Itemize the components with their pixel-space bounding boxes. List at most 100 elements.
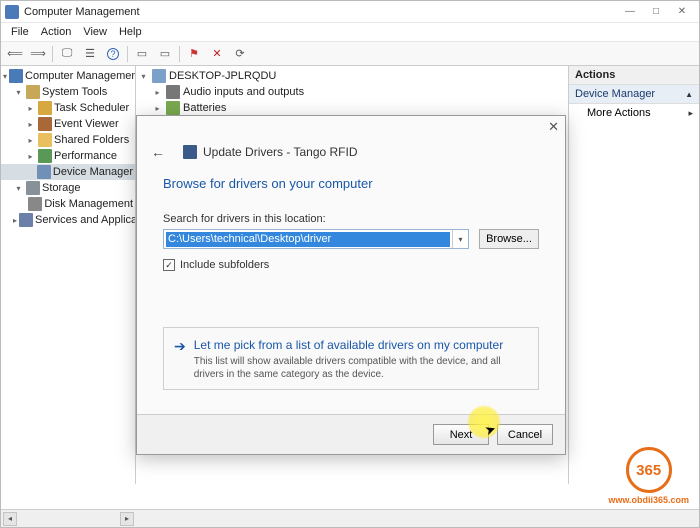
- menu-action[interactable]: Action: [35, 26, 78, 38]
- folder-icon: [38, 133, 52, 147]
- menu-view[interactable]: View: [77, 26, 113, 38]
- include-subfolders-checkbox[interactable]: ✓: [163, 259, 175, 271]
- dialog-body: Browse for drivers on your computer Sear…: [137, 176, 565, 390]
- action-more[interactable]: More Actions ▸: [569, 104, 699, 122]
- tools-icon: [26, 85, 40, 99]
- device-icon: [183, 145, 197, 159]
- driver-path-value[interactable]: C:\Users\technical\Desktop\driver: [166, 232, 450, 247]
- logo-url: www.obdii365.com: [608, 495, 689, 505]
- perf-icon: [38, 149, 52, 163]
- device-root[interactable]: ▾ DESKTOP-JPLRQDU: [136, 68, 568, 84]
- services-icon: [19, 213, 33, 227]
- nav-back-button[interactable]: ⟸: [4, 44, 26, 64]
- dropdown-button[interactable]: ▾: [452, 230, 468, 248]
- collapse-icon[interactable]: ▾: [13, 183, 24, 194]
- include-subfolders-row[interactable]: ✓ Include subfolders: [163, 259, 539, 271]
- tool-device-icon[interactable]: ▭: [154, 44, 176, 64]
- actions-pane: Actions Device Manager ▲ More Actions ▸: [569, 66, 699, 484]
- storage-icon: [26, 181, 40, 195]
- expand-icon[interactable]: ▸: [25, 135, 36, 146]
- status-bar: ◂ ▸: [1, 509, 699, 527]
- collapse-icon[interactable]: ▲: [685, 90, 693, 99]
- collapse-icon[interactable]: ▾: [3, 71, 7, 82]
- audio-icon: [166, 85, 180, 99]
- include-subfolders-label: Include subfolders: [180, 259, 269, 271]
- arrow-right-icon: ➔: [174, 338, 186, 381]
- action-label: More Actions: [587, 107, 651, 119]
- tree-root[interactable]: ▾ Computer Management (Local): [1, 68, 135, 84]
- collapse-icon[interactable]: ▾: [138, 72, 149, 81]
- browse-button[interactable]: Browse...: [479, 229, 539, 249]
- chevron-right-icon: ▸: [688, 108, 693, 119]
- console-tree[interactable]: ▾ Computer Management (Local) ▾ System T…: [1, 66, 136, 484]
- tool-properties-icon[interactable]: ☰: [79, 44, 101, 64]
- tree-label: Event Viewer: [54, 118, 119, 130]
- back-button[interactable]: ←: [147, 142, 169, 162]
- device-icon: [37, 165, 51, 179]
- expand-icon[interactable]: ▸: [152, 104, 163, 113]
- tree-performance[interactable]: ▸ Performance: [1, 148, 135, 164]
- actions-section[interactable]: Device Manager ▲: [569, 85, 699, 104]
- dialog-close-button[interactable]: ✕: [548, 119, 559, 135]
- expand-icon[interactable]: [25, 167, 35, 178]
- tree-label: Device Manager: [53, 166, 133, 178]
- tree-event-viewer[interactable]: ▸ Event Viewer: [1, 116, 135, 132]
- tree-label: Task Scheduler: [54, 102, 129, 114]
- tool-help-icon[interactable]: ?: [102, 44, 124, 64]
- device-label: Audio inputs and outputs: [183, 86, 304, 98]
- actions-section-label: Device Manager: [575, 88, 655, 100]
- scroll-track[interactable]: [17, 512, 120, 526]
- collapse-icon[interactable]: ▾: [13, 87, 24, 98]
- minimize-button[interactable]: —: [617, 3, 643, 21]
- tool-flag-icon[interactable]: ⚑: [183, 44, 205, 64]
- device-audio[interactable]: ▸ Audio inputs and outputs: [136, 84, 568, 100]
- path-row: C:\Users\technical\Desktop\driver ▾ Brow…: [163, 229, 539, 249]
- tree-device-manager[interactable]: Device Manager: [1, 164, 135, 180]
- tree-label: Disk Management: [44, 198, 133, 210]
- tree-system-tools[interactable]: ▾ System Tools: [1, 84, 135, 100]
- tree-disk-management[interactable]: Disk Management: [1, 196, 135, 212]
- horizontal-scrollbar[interactable]: ◂ ▸: [1, 512, 136, 526]
- expand-icon[interactable]: ▸: [25, 119, 36, 130]
- option-title: Let me pick from a list of available dri…: [194, 338, 528, 352]
- app-icon: [5, 5, 19, 19]
- nav-fwd-button[interactable]: ⟹: [27, 44, 49, 64]
- device-label: Batteries: [183, 102, 226, 114]
- close-button[interactable]: ✕: [669, 3, 695, 21]
- window-title: Computer Management: [24, 6, 617, 18]
- option-desc: This list will show available drivers co…: [194, 355, 528, 381]
- next-button[interactable]: Next: [433, 424, 489, 445]
- tree-services-apps[interactable]: ▸ Services and Applications: [1, 212, 135, 228]
- computer-icon: [152, 69, 166, 83]
- dialog-header: ← Update Drivers - Tango RFID: [137, 138, 565, 176]
- maximize-button[interactable]: □: [643, 3, 669, 21]
- tree-storage[interactable]: ▾ Storage: [1, 180, 135, 196]
- driver-path-combo[interactable]: C:\Users\technical\Desktop\driver ▾: [163, 229, 469, 249]
- tree-task-scheduler[interactable]: ▸ Task Scheduler: [1, 100, 135, 116]
- update-driver-dialog: ✕ ← Update Drivers - Tango RFID Browse f…: [136, 115, 566, 455]
- scroll-left-button[interactable]: ◂: [3, 512, 17, 526]
- tree-label: Computer Management (Local): [25, 70, 136, 82]
- cancel-button[interactable]: Cancel: [497, 424, 553, 445]
- tool-scan-icon[interactable]: 🖵: [56, 44, 78, 64]
- event-icon: [38, 117, 52, 131]
- expand-icon[interactable]: [25, 199, 26, 210]
- menu-file[interactable]: File: [5, 26, 35, 38]
- tool-remove-icon[interactable]: ✕: [206, 44, 228, 64]
- tree-shared-folders[interactable]: ▸ Shared Folders: [1, 132, 135, 148]
- expand-icon[interactable]: ▸: [13, 215, 17, 226]
- expand-icon[interactable]: ▸: [25, 103, 36, 114]
- battery-icon: [166, 101, 180, 115]
- device-batteries[interactable]: ▸ Batteries: [136, 100, 568, 116]
- dialog-footer: Next Cancel: [137, 414, 565, 454]
- expand-icon[interactable]: ▸: [152, 88, 163, 97]
- actions-header: Actions: [569, 66, 699, 85]
- tool-update-icon[interactable]: ⟳: [229, 44, 251, 64]
- menu-help[interactable]: Help: [113, 26, 148, 38]
- title-bar: Computer Management — □ ✕: [1, 1, 699, 23]
- tree-label: System Tools: [42, 86, 107, 98]
- pick-from-list-option[interactable]: ➔ Let me pick from a list of available d…: [163, 327, 539, 390]
- tool-monitor-icon[interactable]: ▭: [131, 44, 153, 64]
- expand-icon[interactable]: ▸: [25, 151, 36, 162]
- scroll-right-button[interactable]: ▸: [120, 512, 134, 526]
